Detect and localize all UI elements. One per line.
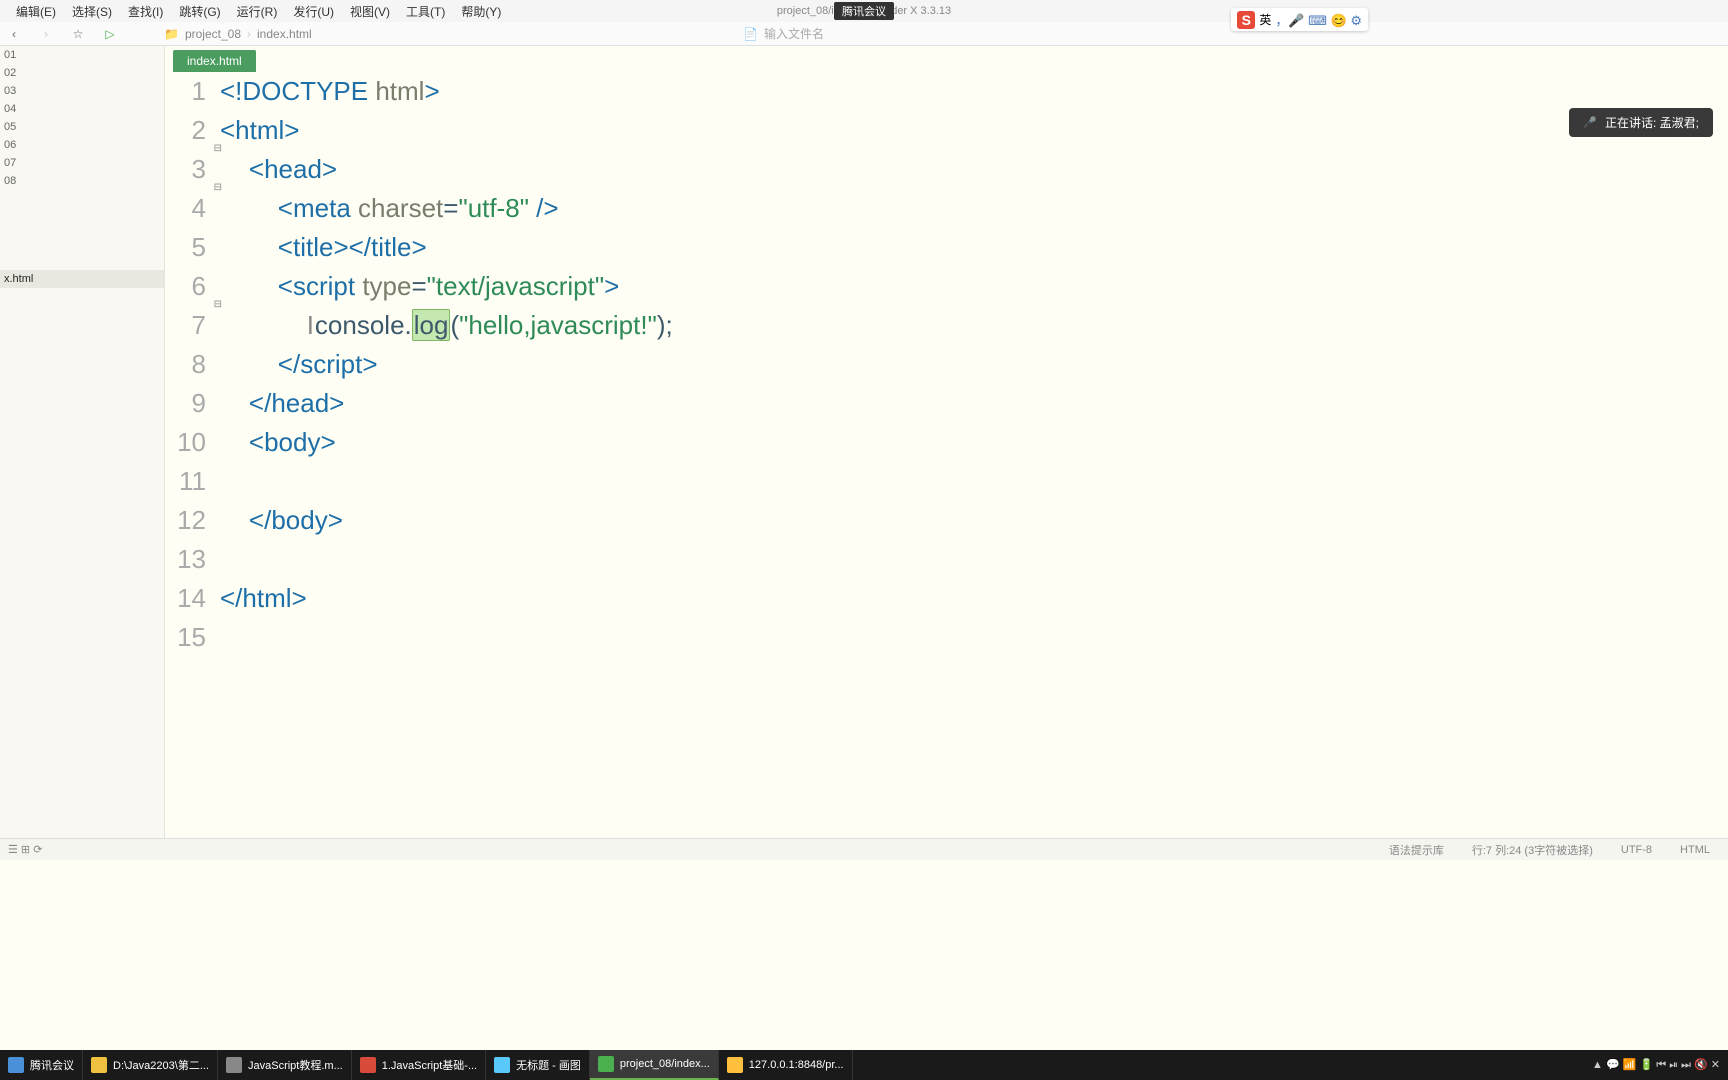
app-icon (226, 1057, 242, 1073)
folder-icon: 📁 (164, 27, 179, 41)
line-gutter: 12⊟3⊟456⊟789101112131415 (165, 72, 220, 838)
app-icon (494, 1057, 510, 1073)
sidebar-item[interactable]: 04 (0, 100, 164, 118)
file-explorer-sidebar: 0102030405060708 x.html (0, 46, 165, 838)
back-button[interactable]: ‹ (4, 24, 24, 44)
status-cursor-pos: 行:7 列:24 (3字符被选择) (1462, 842, 1603, 858)
line-number: 8 (165, 345, 210, 384)
code-line[interactable]: </head> (220, 384, 1728, 423)
menu-item[interactable]: 运行(R) (229, 5, 286, 19)
status-left-icons[interactable]: ☰ ⊞ ⟳ (8, 843, 42, 856)
app-icon (8, 1057, 24, 1073)
sidebar-item[interactable]: 01 (0, 46, 164, 64)
line-number: 6⊟ (165, 267, 210, 306)
code-line[interactable]: Iconsole.log("hello,javascript!"); (220, 306, 1728, 345)
ime-toolbar[interactable]: S 英 ，🎤 ⌨ 😊 ⚙ (1231, 8, 1368, 31)
app-icon (360, 1057, 376, 1073)
code-line[interactable]: </html> (220, 579, 1728, 618)
line-number: 3⊟ (165, 150, 210, 189)
code-line[interactable]: <!DOCTYPE html> (220, 72, 1728, 111)
sidebar-active-file[interactable]: x.html (0, 270, 164, 288)
menu-item[interactable]: 帮助(Y) (453, 5, 509, 19)
taskbar-item[interactable]: 腾讯会议 (0, 1050, 83, 1080)
code-line[interactable]: <title></title> (220, 228, 1728, 267)
forward-button[interactable]: › (36, 24, 56, 44)
breadcrumb: 📁 project_08 › index.html (164, 27, 312, 41)
menu-bar: 编辑(E)选择(S)查找(I)跳转(G)运行(R)发行(U)视图(V)工具(T)… (0, 0, 1728, 22)
editor-tabs: index.html (165, 46, 1728, 72)
menu-item[interactable]: 视图(V) (342, 5, 398, 19)
menu-item[interactable]: 发行(U) (285, 5, 342, 19)
code-line[interactable] (220, 462, 1728, 501)
line-number: 1 (165, 72, 210, 111)
line-number: 9 (165, 384, 210, 423)
app-icon (91, 1057, 107, 1073)
sidebar-item[interactable]: 02 (0, 64, 164, 82)
new-file-icon: 📄 (743, 27, 758, 41)
code-line[interactable]: <head> (220, 150, 1728, 189)
status-bar: ☰ ⊞ ⟳ 语法提示库 行:7 列:24 (3字符被选择) UTF-8 HTML (0, 838, 1728, 860)
menu-item[interactable]: 查找(I) (120, 5, 171, 19)
status-syntax[interactable]: 语法提示库 (1379, 842, 1454, 858)
favorite-button[interactable]: ☆ (68, 24, 88, 44)
status-lang[interactable]: HTML (1670, 844, 1720, 856)
line-number: 2⊟ (165, 111, 210, 150)
sidebar-item[interactable]: 07 (0, 154, 164, 172)
taskbar-item[interactable]: 127.0.0.1:8848/pr... (719, 1050, 853, 1080)
code-line[interactable]: <script type="text/javascript"> (220, 267, 1728, 306)
code-line[interactable]: <meta charset="utf-8" /> (220, 189, 1728, 228)
ime-icons[interactable]: ，🎤 ⌨ 😊 ⚙ (1275, 10, 1362, 29)
filename-search[interactable]: 📄 输入文件名 (743, 25, 824, 42)
code-line[interactable]: <html> (220, 111, 1728, 150)
code-line[interactable]: </script> (220, 345, 1728, 384)
app-icon (598, 1056, 614, 1072)
taskbar-item[interactable]: JavaScript教程.m... (218, 1050, 352, 1080)
line-number: 4 (165, 189, 210, 228)
line-number: 10 (165, 423, 210, 462)
taskbar-item[interactable]: 无标题 - 画图 (486, 1050, 590, 1080)
line-number: 7 (165, 306, 210, 345)
taskbar-item[interactable]: 1.JavaScript基础-... (352, 1050, 486, 1080)
taskbar-item[interactable]: D:\Java2203\第二... (83, 1050, 218, 1080)
speaking-indicator: 正在讲话: 孟淑君; (1569, 108, 1713, 137)
menu-item[interactable]: 工具(T) (398, 5, 453, 19)
sidebar-item[interactable]: 08 (0, 172, 164, 190)
sidebar-item[interactable]: 03 (0, 82, 164, 100)
breadcrumb-file[interactable]: index.html (257, 27, 312, 41)
code-line[interactable] (220, 540, 1728, 579)
line-number: 13 (165, 540, 210, 579)
run-button[interactable]: ▷ (100, 24, 120, 44)
breadcrumb-project[interactable]: project_08 (185, 27, 241, 41)
sogou-logo-icon: S (1237, 11, 1255, 29)
code-editor[interactable]: 12⊟3⊟456⊟789101112131415 <!DOCTYPE html>… (165, 72, 1728, 838)
toolbar: ‹ › ☆ ▷ 📁 project_08 › index.html 📄 输入文件… (0, 22, 1728, 46)
status-encoding[interactable]: UTF-8 (1611, 844, 1662, 856)
app-icon (727, 1057, 743, 1073)
code-line[interactable] (220, 618, 1728, 657)
windows-taskbar: 腾讯会议D:\Java2203\第二...JavaScript教程.m...1.… (0, 1050, 1728, 1080)
line-number: 14 (165, 579, 210, 618)
code-content[interactable]: <!DOCTYPE html><html> <head> <meta chars… (220, 72, 1728, 838)
taskbar-item[interactable]: project_08/index... (590, 1050, 719, 1080)
sidebar-item[interactable]: 05 (0, 118, 164, 136)
line-number: 5 (165, 228, 210, 267)
line-number: 15 (165, 618, 210, 657)
code-line[interactable]: </body> (220, 501, 1728, 540)
meeting-overlay-badge: 腾讯会议 (834, 2, 894, 20)
ime-lang[interactable]: 英 (1259, 11, 1271, 28)
menu-item[interactable]: 跳转(G) (171, 5, 228, 19)
system-tray[interactable]: ▲ 💬 📶 🔋 ⏮ ⏯ ⏭ 🔇 ✕ (1592, 1058, 1728, 1072)
code-line[interactable]: <body> (220, 423, 1728, 462)
menu-item[interactable]: 选择(S) (64, 5, 120, 19)
line-number: 12 (165, 501, 210, 540)
menu-item[interactable]: 编辑(E) (8, 5, 64, 19)
sidebar-item[interactable]: 06 (0, 136, 164, 154)
line-number: 11 (165, 462, 210, 501)
tab-index-html[interactable]: index.html (173, 50, 256, 72)
